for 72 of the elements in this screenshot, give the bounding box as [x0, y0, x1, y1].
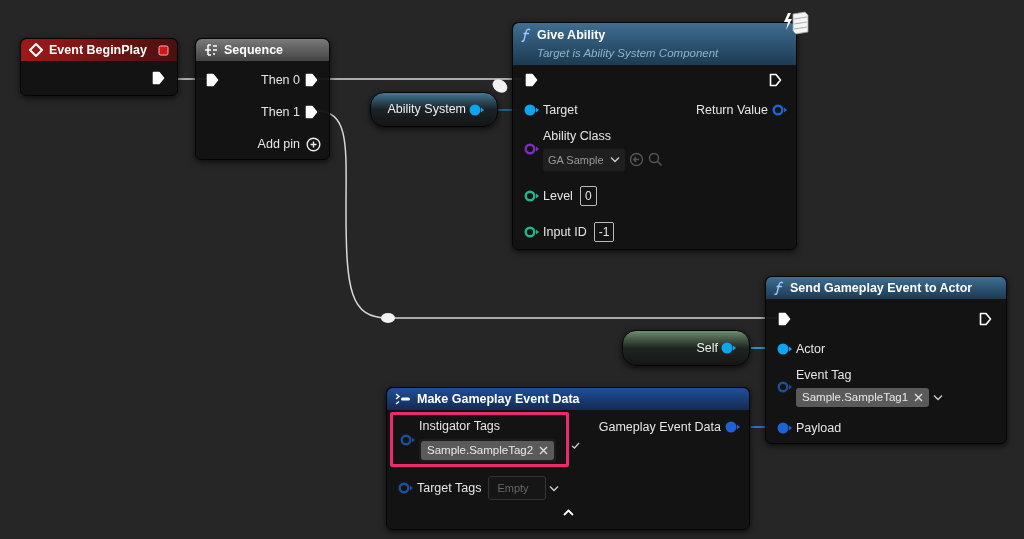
exec-pin-icon[interactable] [525, 73, 538, 87]
tag-input-field[interactable]: Empty [488, 476, 547, 500]
function-node[interactable]: Give Ability Target is Ability System Component Target Return Value Ability Class GA Sample Level 0 Input ID -1 [512, 22, 797, 250]
pin-label: Then 1 [261, 103, 300, 121]
latent-server-icon [782, 10, 810, 36]
pin-label: Payload [796, 419, 842, 437]
pin-label: Target [543, 101, 578, 119]
pin-label: Gameplay Event Data [598, 418, 721, 436]
variable-node[interactable]: Ability System [370, 92, 498, 127]
pin-label: Level [543, 187, 573, 205]
pin-label: Event Tag [796, 367, 853, 385]
exec-pin-icon[interactable] [206, 73, 219, 87]
pin-label: Input ID [543, 223, 587, 241]
sequence-icon [204, 44, 218, 56]
data-pin-icon[interactable] [772, 104, 788, 116]
exec-pin-icon[interactable] [305, 105, 318, 119]
input-id-field[interactable]: -1 [593, 222, 615, 242]
class-dropdown[interactable]: GA Sample [543, 148, 625, 171]
pin-label: Actor [796, 340, 826, 358]
variable-node[interactable]: Self [622, 330, 750, 366]
event-node[interactable]: Event BeginPlay [20, 38, 178, 96]
node-title: Event BeginPlay [49, 41, 148, 59]
data-pin-icon[interactable] [524, 226, 540, 238]
node-title: Give Ability [537, 27, 606, 44]
data-pin-icon[interactable] [777, 422, 793, 434]
sequence-node[interactable]: Sequence Then 0 Then 1 Add pin [195, 38, 330, 160]
node-title: Sequence [224, 41, 284, 59]
pin-label: Target Tags [417, 479, 482, 497]
variable-label: Self [696, 339, 718, 357]
exec-pin-icon[interactable] [305, 73, 318, 87]
tag-chip[interactable]: Sample.SampleTag2 [421, 440, 555, 460]
wire [750, 347, 766, 349]
level-field[interactable]: 0 [579, 186, 597, 206]
data-pin-icon[interactable] [721, 342, 737, 354]
caret-icon[interactable] [609, 156, 620, 164]
data-pin-icon[interactable] [524, 104, 540, 116]
remove-icon[interactable] [539, 445, 549, 455]
data-pin-icon[interactable] [524, 190, 540, 202]
pin-label: Return Value [695, 101, 768, 119]
caret-icon[interactable] [933, 393, 944, 401]
function-node[interactable]: Send Gameplay Event to Actor Actor Event Tag Sample.SampleTag1 Payload [765, 276, 1007, 444]
plus-icon[interactable] [306, 136, 321, 152]
exec-pin-icon[interactable] [152, 71, 165, 85]
data-pin-icon[interactable] [725, 421, 741, 433]
event-icon [29, 43, 43, 57]
variable-label: Ability System [387, 101, 466, 119]
struct-node[interactable]: Make Gameplay Event Data Instigator Tags Sample.SampleTag2 Gameplay Event Data Target Tags Empty [386, 387, 750, 530]
check-icon[interactable] [571, 442, 581, 449]
exec-pin-icon[interactable] [778, 312, 791, 326]
reroute-knot-icon[interactable] [492, 79, 508, 93]
caret-icon[interactable] [549, 484, 560, 492]
tag-chip[interactable]: Sample.SampleTag1 [796, 387, 930, 407]
node-title: Send Gameplay Event to Actor [790, 279, 973, 297]
data-pin-icon[interactable] [777, 343, 793, 355]
add-pin-button[interactable]: Add pin [257, 134, 321, 154]
remove-icon[interactable] [914, 392, 924, 402]
reroute-knot-icon[interactable] [381, 313, 395, 323]
collapse-icon[interactable] [562, 509, 574, 516]
node-subtitle: Target is Ability System Component [536, 45, 720, 61]
node-title: Make Gameplay Event Data [417, 390, 580, 408]
make-struct-icon [395, 393, 411, 405]
pin-label: Then 0 [261, 71, 300, 89]
search-icon[interactable] [647, 152, 663, 168]
pin-label: Ability Class [543, 128, 613, 146]
pin-label: Instigator Tags [419, 418, 502, 436]
function-icon [521, 28, 531, 43]
exec-pin-icon[interactable] [979, 312, 992, 326]
exec-pin-icon[interactable] [769, 73, 782, 87]
data-pin-icon[interactable] [469, 103, 485, 116]
function-icon [774, 281, 784, 295]
delegate-icon[interactable] [158, 44, 169, 56]
wire [750, 426, 766, 428]
